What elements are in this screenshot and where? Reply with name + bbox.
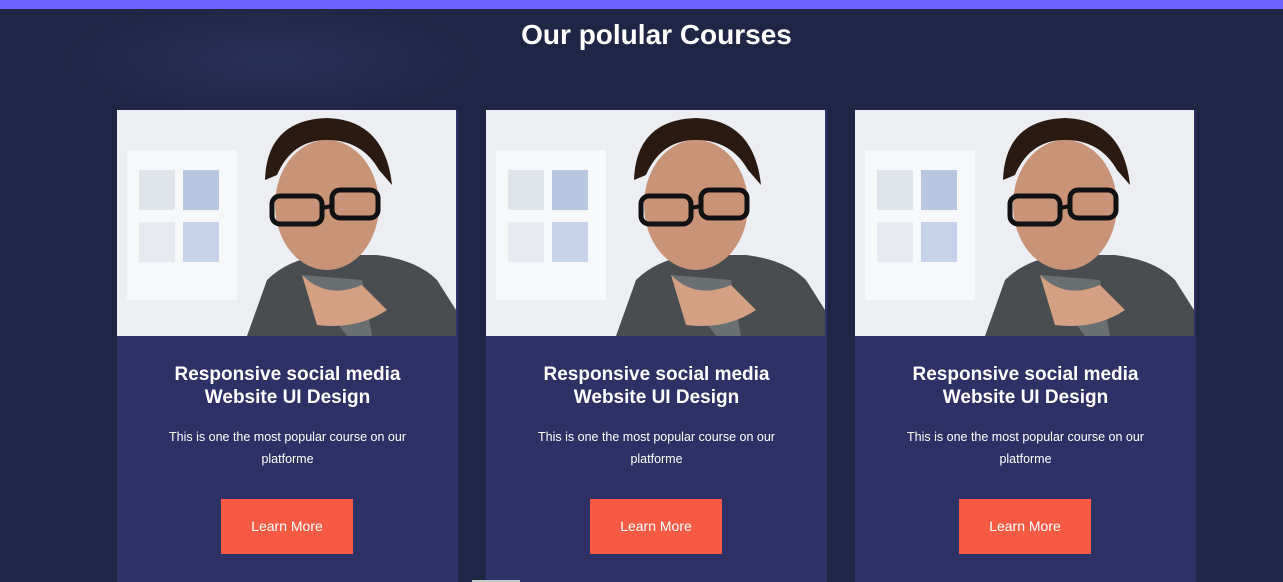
- course-photo: [117, 110, 456, 336]
- course-title: Responsive social media Website UI Desig…: [147, 363, 428, 409]
- course-card: Responsive social media Website UI Desig…: [855, 110, 1196, 582]
- course-description-line: This is one the most popular course on o…: [907, 430, 1144, 444]
- section-title: Our polular Courses: [521, 19, 792, 50]
- course-title-line: Responsive social media: [912, 364, 1139, 385]
- learn-more-button[interactable]: Learn More: [959, 499, 1091, 554]
- course-card: Responsive social media Website UI Desig…: [117, 110, 458, 582]
- course-title-line: Responsive social media: [174, 364, 401, 385]
- background-glow: [60, 0, 480, 120]
- course-photo: [855, 110, 1194, 336]
- course-description-line: This is one the most popular course on o…: [538, 430, 775, 444]
- portrait-photo-illustration: [486, 110, 825, 336]
- course-title-line: Website UI Design: [204, 387, 371, 408]
- course-description-line: platforme: [999, 452, 1052, 466]
- course-title-line: Responsive social media: [543, 364, 770, 385]
- course-card: Responsive social media Website UI Desig…: [486, 110, 827, 582]
- course-photo: [486, 110, 825, 336]
- course-title-line: Website UI Design: [942, 387, 1109, 408]
- portrait-photo-illustration: [855, 110, 1194, 336]
- course-title: Responsive social media Website UI Desig…: [885, 363, 1166, 409]
- learn-more-button[interactable]: Learn More: [590, 499, 722, 554]
- course-description-line: platforme: [261, 452, 314, 466]
- learn-more-button[interactable]: Learn More: [221, 499, 353, 554]
- course-description: This is one the most popular course on o…: [526, 426, 787, 470]
- course-description-line: platforme: [630, 452, 683, 466]
- portrait-photo-illustration: [117, 110, 456, 336]
- course-description: This is one the most popular course on o…: [157, 426, 418, 470]
- course-title: Responsive social media Website UI Desig…: [516, 363, 797, 409]
- course-description: This is one the most popular course on o…: [895, 426, 1156, 470]
- course-description-line: This is one the most popular course on o…: [169, 430, 406, 444]
- course-title-line: Website UI Design: [573, 387, 740, 408]
